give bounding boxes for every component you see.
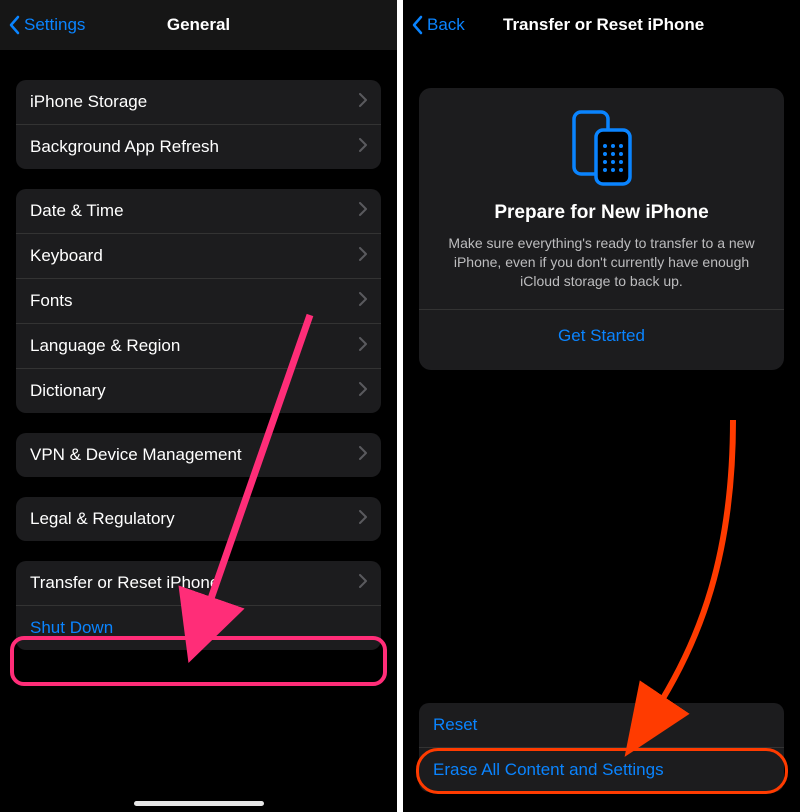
row-label: Dictionary (30, 381, 106, 401)
back-label: Back (427, 15, 465, 35)
card-desc: Make sure everything's ready to transfer… (435, 234, 768, 291)
row-label: Shut Down (30, 618, 113, 638)
chevron-right-icon (359, 202, 367, 216)
chevron-right-icon (359, 138, 367, 152)
row-fonts[interactable]: Fonts (16, 278, 381, 323)
row-language-region[interactable]: Language & Region (16, 323, 381, 368)
content-general: iPhone Storage Background App Refresh Da… (0, 50, 397, 812)
chevron-right-icon (359, 510, 367, 524)
row-label: Transfer or Reset iPhone (30, 573, 219, 593)
back-label: Settings (24, 15, 85, 35)
back-button[interactable]: Settings (8, 0, 85, 50)
navbar-general: Settings General (0, 0, 397, 50)
row-label: VPN & Device Management (30, 445, 242, 465)
row-label: Language & Region (30, 336, 180, 356)
page-title: General (167, 15, 230, 35)
chevron-right-icon (359, 247, 367, 261)
navbar-transfer: Back Transfer or Reset iPhone (403, 0, 800, 50)
settings-group-locale: Date & Time Keyboard Fonts Language & Re… (16, 189, 381, 413)
chevron-right-icon (359, 382, 367, 396)
settings-group-storage: iPhone Storage Background App Refresh (16, 80, 381, 169)
row-erase-all[interactable]: Erase All Content and Settings (419, 747, 784, 792)
chevron-right-icon (359, 93, 367, 107)
reset-actions-group: Reset Erase All Content and Settings (419, 703, 784, 792)
phone-transfer-reset: Back Transfer or Reset iPhone Pre (403, 0, 800, 812)
chevron-left-icon (411, 15, 423, 35)
chevron-right-icon (359, 574, 367, 588)
row-dictionary[interactable]: Dictionary (16, 368, 381, 413)
row-vpn-device-management[interactable]: VPN & Device Management (16, 433, 381, 477)
row-label: Fonts (30, 291, 73, 311)
chevron-right-icon (359, 292, 367, 306)
row-transfer-or-reset[interactable]: Transfer or Reset iPhone (16, 561, 381, 605)
row-shut-down[interactable]: Shut Down (16, 605, 381, 650)
settings-group-vpn: VPN & Device Management (16, 433, 381, 477)
settings-group-legal: Legal & Regulatory (16, 497, 381, 541)
get-started-button[interactable]: Get Started (435, 310, 768, 362)
row-reset[interactable]: Reset (419, 703, 784, 747)
row-date-time[interactable]: Date & Time (16, 189, 381, 233)
chevron-right-icon (359, 446, 367, 460)
prepare-card: Prepare for New iPhone Make sure everyth… (419, 88, 784, 370)
row-label: Date & Time (30, 201, 124, 221)
row-label: Background App Refresh (30, 137, 219, 157)
settings-group-reset: Transfer or Reset iPhone Shut Down (16, 561, 381, 650)
card-title: Prepare for New iPhone (435, 202, 768, 224)
row-legal-regulatory[interactable]: Legal & Regulatory (16, 497, 381, 541)
phone-general: Settings General iPhone Storage Backgrou… (0, 0, 397, 812)
row-background-app-refresh[interactable]: Background App Refresh (16, 124, 381, 169)
two-phones-icon (435, 108, 768, 188)
row-label: Legal & Regulatory (30, 509, 175, 529)
chevron-left-icon (8, 15, 20, 35)
row-label: iPhone Storage (30, 92, 147, 112)
row-keyboard[interactable]: Keyboard (16, 233, 381, 278)
back-button[interactable]: Back (411, 0, 465, 50)
row-label: Erase All Content and Settings (433, 760, 664, 780)
page-title: Transfer or Reset iPhone (503, 15, 704, 35)
row-label: Reset (433, 715, 477, 735)
row-iphone-storage[interactable]: iPhone Storage (16, 80, 381, 124)
row-label: Keyboard (30, 246, 103, 266)
home-indicator[interactable] (134, 801, 264, 806)
content-transfer: Prepare for New iPhone Make sure everyth… (403, 50, 800, 812)
chevron-right-icon (359, 337, 367, 351)
